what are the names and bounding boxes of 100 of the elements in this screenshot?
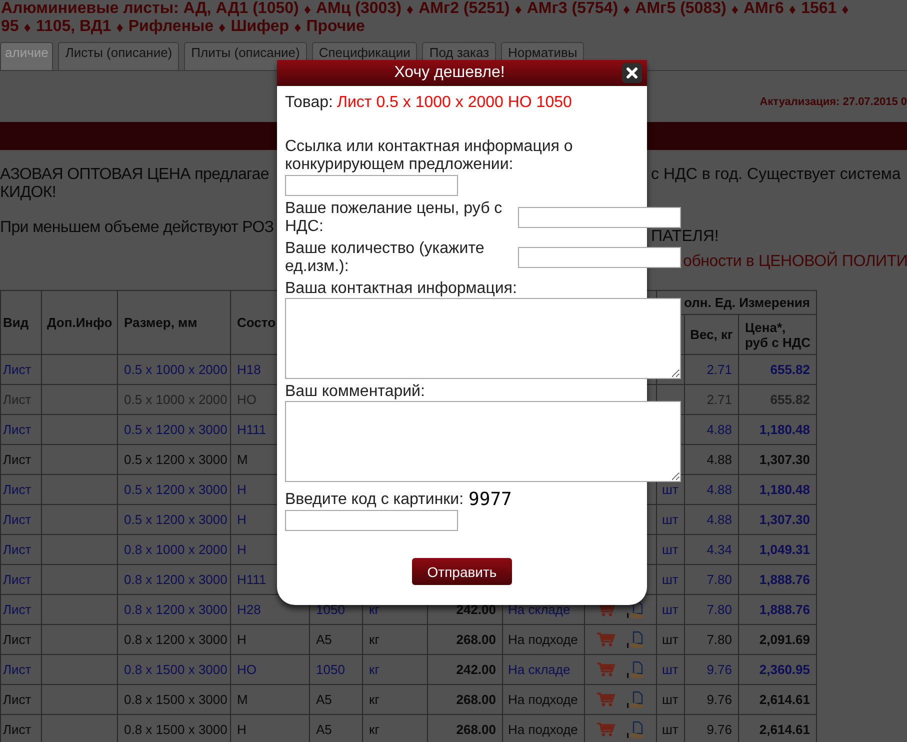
separator-mark: ♦ (514, 0, 522, 18)
table-cell: 0.8 x 1200 x 3000 (118, 625, 231, 655)
table-cell: 4.88 (685, 505, 739, 535)
table-cell: 1,888.76 (739, 565, 817, 595)
table-cell: 0.8 x 1500 x 3000 (118, 655, 231, 685)
table-cell: 4.34 (685, 535, 739, 565)
table-cell: шт (657, 655, 685, 685)
table-cell: 0.5 x 1200 x 3000 (118, 415, 231, 445)
table-cell: Лист (0, 355, 42, 385)
table-cell: кг (363, 655, 428, 685)
category-link[interactable]: Рифленые (128, 18, 214, 36)
category-link[interactable]: 95 (1, 18, 19, 36)
table-cell: шт (657, 565, 685, 595)
column-header: Размер, мм (118, 290, 231, 355)
table-cell: 0.5 x 1000 x 2000 (118, 355, 231, 385)
table-cell: 1,180.48 (739, 415, 817, 445)
column-header: Доп.Инфо (42, 290, 118, 355)
table-cell: М (231, 685, 310, 715)
submit-button[interactable]: Отправить (412, 558, 512, 585)
separator-mark: ♦ (116, 18, 124, 36)
table-cell: 7.80 (685, 595, 739, 625)
table-cell: 242.00 (428, 655, 503, 685)
separator-mark: ♦ (731, 0, 738, 18)
notice-text: с НДС в год. Существует система (651, 166, 901, 183)
column-header: Вид (0, 290, 42, 355)
text-input[interactable] (285, 175, 458, 196)
tab[interactable]: Листы (описание) (58, 42, 180, 70)
table-cell: 268.00 (428, 715, 503, 742)
table-cell: А5 (310, 715, 363, 742)
column-header: Вес, кг (685, 315, 739, 355)
table-cell: 655.82 (739, 355, 817, 385)
category-link[interactable]: Алюминиевые листы: АД, АД1 (1050) (1, 0, 299, 18)
table-cell: 2,091.69 (739, 625, 817, 655)
table-cell: Лист (0, 565, 42, 595)
table-cell: На складе (503, 655, 585, 685)
table-cell: Лист (0, 445, 42, 475)
column-header: Цена*, руб с НДС (739, 315, 817, 355)
table-cell: Лист (0, 535, 42, 565)
separator-mark: ♦ (788, 0, 796, 18)
table-cell: 7.80 (685, 565, 739, 595)
table-cell: 4.88 (685, 415, 739, 445)
table-cell: шт (657, 715, 685, 742)
text-input[interactable] (518, 247, 681, 268)
table-cell: Лист (0, 625, 42, 655)
field-label: Ваше количество (укажите ед.изм.): (285, 240, 486, 276)
table-cell: 2,614.61 (739, 685, 817, 715)
table-cell: НО (231, 655, 310, 685)
category-link[interactable]: АМг2 (5251) (418, 0, 510, 18)
text-input[interactable] (518, 207, 681, 228)
table-cell: 1,888.76 (739, 595, 817, 625)
tab[interactable]: Плиты (описание) (184, 42, 307, 70)
field-label: Ваше пожелание цены, руб с НДС: (285, 200, 504, 236)
table-cell: 1,180.48 (739, 475, 817, 505)
table-cell: Лист (0, 685, 42, 715)
table-cell: Лист (0, 415, 42, 445)
text-area[interactable] (285, 401, 681, 482)
table-cell: 4.88 (685, 475, 739, 505)
table-cell: 1,307.30 (739, 445, 817, 475)
category-link[interactable]: АМц (3003) (316, 0, 402, 18)
table-cell: 0.8 x 1500 x 3000 (118, 685, 231, 715)
notice-text: ПАТЕЛЯ! (651, 228, 719, 245)
table-cell: Лист (0, 715, 42, 742)
separator-mark: ♦ (304, 0, 311, 18)
category-link[interactable]: АМг6 (743, 0, 784, 18)
table-cell: 268.00 (428, 685, 503, 715)
table-cell: 0.8 x 1200 x 3000 (118, 595, 231, 625)
category-link[interactable]: АМг3 (5754) (526, 0, 618, 18)
table-cell: 9.76 (685, 715, 739, 742)
policy-link[interactable]: обности в ЦЕНОВОЙ ПОЛИТИ (683, 253, 907, 270)
category-link[interactable]: 1561 (801, 0, 837, 18)
table-cell: 9.76 (685, 655, 739, 685)
table-cell: Лист (0, 475, 42, 505)
table-cell: Лист (0, 655, 42, 685)
separator-mark: ♦ (623, 0, 630, 18)
table-cell: Лист (0, 595, 42, 625)
close-icon (626, 67, 638, 79)
table-cell: На подходе (503, 715, 585, 742)
table-cell: А5 (310, 685, 363, 715)
text-input[interactable] (285, 510, 458, 531)
table-cell: кг (363, 685, 428, 715)
category-link[interactable]: Шифер (230, 18, 290, 36)
cart-icon[interactable] (596, 602, 614, 617)
table-cell: шт (657, 595, 685, 625)
separator-mark: ♦ (842, 0, 849, 18)
table-cell: шт (657, 685, 685, 715)
table-cell: 2,614.61 (739, 715, 817, 742)
table-cell: 0.8 x 1000 x 2000 (118, 535, 231, 565)
close-button[interactable] (622, 63, 642, 83)
separator-mark: ♦ (406, 0, 414, 18)
category-link[interactable]: АМг5 (5083) (635, 0, 726, 18)
text-area[interactable] (285, 298, 681, 379)
category-link[interactable]: 1105, ВД1 (36, 18, 112, 36)
category-link[interactable]: Прочие (306, 18, 365, 36)
field-label: Ссылка или контактная информация о конкурирующем предложении: (285, 138, 574, 174)
separator-mark: ♦ (294, 18, 302, 36)
separator-mark: ♦ (24, 18, 31, 36)
table-cell: шт (657, 535, 685, 565)
notice-text: При меньшем объеме действуют РОЗ (0, 219, 274, 236)
hand-document-icon[interactable] (626, 600, 644, 618)
product-name: Лист 0.5 x 1000 x 2000 НО 1050 (336, 94, 572, 112)
